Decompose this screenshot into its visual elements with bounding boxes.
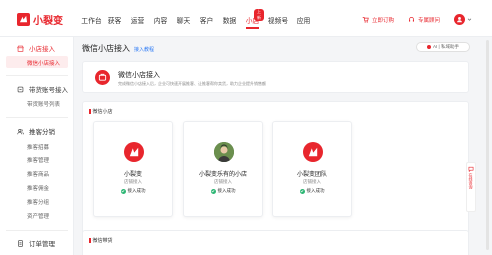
support-button[interactable]: 专属顾问 <box>408 16 440 24</box>
nav-item-channels[interactable]: 视频号 <box>264 15 292 25</box>
check-icon <box>210 188 216 194</box>
scrollbar[interactable] <box>486 40 489 250</box>
order-label: 立即订购 <box>371 17 394 24</box>
order-icon <box>18 239 23 247</box>
wechat-sales-section: 微信带货 <box>82 230 469 255</box>
store-status: 接入成功 <box>184 188 262 194</box>
avatar <box>454 14 465 25</box>
sidebar-item-manage[interactable]: 推客管理 <box>27 156 49 164</box>
intro-title: 微信小店接入 <box>118 72 160 79</box>
sidebar-group-distribution[interactable]: 推客分销 <box>0 126 55 136</box>
main-nav: 工作台 获客 运营 内容 聊天 客户 数据 小店 上新 视频号 应用 <box>80 9 315 29</box>
cart-icon <box>362 17 369 23</box>
store-card[interactable]: 小裂变团队 店铺接入 接入成功 <box>272 121 352 217</box>
help-link[interactable]: 接入教程 <box>134 46 154 53</box>
store-status: 接入成功 <box>94 188 172 194</box>
sidebar-item-account-list[interactable]: 带货账号列表 <box>27 100 60 108</box>
ai-button-label: AI | 私域助手 <box>433 44 459 49</box>
ai-icon <box>427 45 432 49</box>
store-name: 小裂变乐有的小店 <box>198 172 247 178</box>
ai-assistant-button[interactable]: AI | 私域助手 <box>416 42 470 52</box>
store-card[interactable]: 小裂变乐有的小店 店铺接入 接入成功 <box>183 121 263 217</box>
section-title: 微信小店 <box>89 108 113 115</box>
sidebar-item-commission[interactable]: 推客佣金 <box>27 184 49 192</box>
sidebar-group-label: 小店接入 <box>29 46 55 53</box>
sidebar-group-label: 推客分销 <box>29 129 55 136</box>
page-title: 微信小店接入 <box>82 44 130 53</box>
chevron-down-icon <box>467 18 472 21</box>
store-status: 接入成功 <box>273 188 351 194</box>
store-card[interactable]: 小裂变 店铺接入 接入成功 <box>93 121 173 217</box>
app-logo[interactable]: 小裂变 <box>17 12 63 27</box>
float-bar-label: 在线咨询 <box>468 173 474 189</box>
online-consult-button[interactable]: 在线咨询 <box>466 162 476 212</box>
nav-item-acquire[interactable]: 获客 <box>103 15 126 25</box>
nav-item-customers[interactable]: 客户 <box>195 15 218 25</box>
sidebar-item-recruit[interactable]: 推客招募 <box>27 143 49 151</box>
nav-item-operations[interactable]: 运营 <box>126 15 149 25</box>
logo-icon <box>17 13 30 26</box>
nav-item-data[interactable]: 数据 <box>218 15 241 25</box>
nav-item-chat[interactable]: 聊天 <box>172 15 195 25</box>
store-status-label: 接入成功 <box>217 188 236 193</box>
store-role: 店铺接入 <box>124 179 142 184</box>
store-status-label: 接入成功 <box>127 188 146 193</box>
sidebar-item-groups[interactable]: 推客分组 <box>27 198 49 206</box>
store-logo-icon <box>303 142 323 162</box>
page-header: 微信小店接入 接入教程 <box>82 43 154 54</box>
sidebar-group-account-access[interactable]: 带货账号接入 <box>0 84 68 94</box>
nav-item-workbench[interactable]: 工作台 <box>80 15 103 25</box>
top-right-actions: 立即订购 专属顾问 <box>362 14 472 25</box>
sidebar-item-products[interactable]: 推客商品 <box>27 170 49 178</box>
nav-item-content[interactable]: 内容 <box>149 15 172 25</box>
chat-icon <box>468 166 474 172</box>
intro-description: 完成微信小店接入后，企业可快速开展推客、让推客帮你卖货，助力企业提升销售额 <box>118 81 266 86</box>
check-icon <box>299 188 305 194</box>
order-button[interactable]: 立即订购 <box>362 16 394 24</box>
sidebar-group-orders[interactable]: 订单管理 <box>0 238 55 248</box>
nav-item-shop[interactable]: 小店 上新 <box>241 9 264 29</box>
section-title: 微信带货 <box>89 237 113 244</box>
sidebar-group-shop-access[interactable]: 小店接入 <box>0 43 55 53</box>
store-name: 小裂变 <box>123 172 142 178</box>
account-icon <box>17 86 24 92</box>
store-name: 小裂变团队 <box>296 172 327 178</box>
divider <box>6 75 68 76</box>
store-status-label: 接入成功 <box>306 188 325 193</box>
divider <box>6 230 68 231</box>
shop-icon <box>17 45 24 52</box>
store-logo-icon <box>124 142 144 162</box>
store-avatar-photo <box>214 142 234 162</box>
users-icon <box>17 128 24 134</box>
sidebar-item-wechat-shop[interactable]: 微信小店接入 <box>27 59 60 67</box>
sidebar-group-label: 订单管理 <box>29 241 55 248</box>
check-icon <box>120 188 126 194</box>
sidebar: 小店接入 微信小店接入 带货账号接入 带货账号列表 推客分销 推客招募 推客管理… <box>0 37 74 255</box>
new-badge: 上新 <box>254 9 264 21</box>
sidebar-item-assets[interactable]: 资产管理 <box>27 212 49 220</box>
divider <box>6 117 68 118</box>
app-name: 小裂变 <box>33 16 63 27</box>
top-navigation-bar: 小裂变 工作台 获客 运营 内容 聊天 客户 数据 小店 上新 视频号 应用 立… <box>0 0 492 37</box>
sidebar-group-label: 带货账号接入 <box>29 87 68 94</box>
support-label: 专属顾问 <box>417 17 440 24</box>
nav-item-apps[interactable]: 应用 <box>292 15 315 25</box>
headset-icon <box>409 17 414 22</box>
intro-card: 微信小店接入 完成微信小店接入后，企业可快速开展推客、让推客帮你卖货，助力企业提… <box>82 61 469 93</box>
store-role: 店铺接入 <box>214 179 232 184</box>
user-menu[interactable] <box>454 14 472 25</box>
store-role: 店铺接入 <box>303 179 321 184</box>
wechat-shop-icon <box>95 70 110 85</box>
